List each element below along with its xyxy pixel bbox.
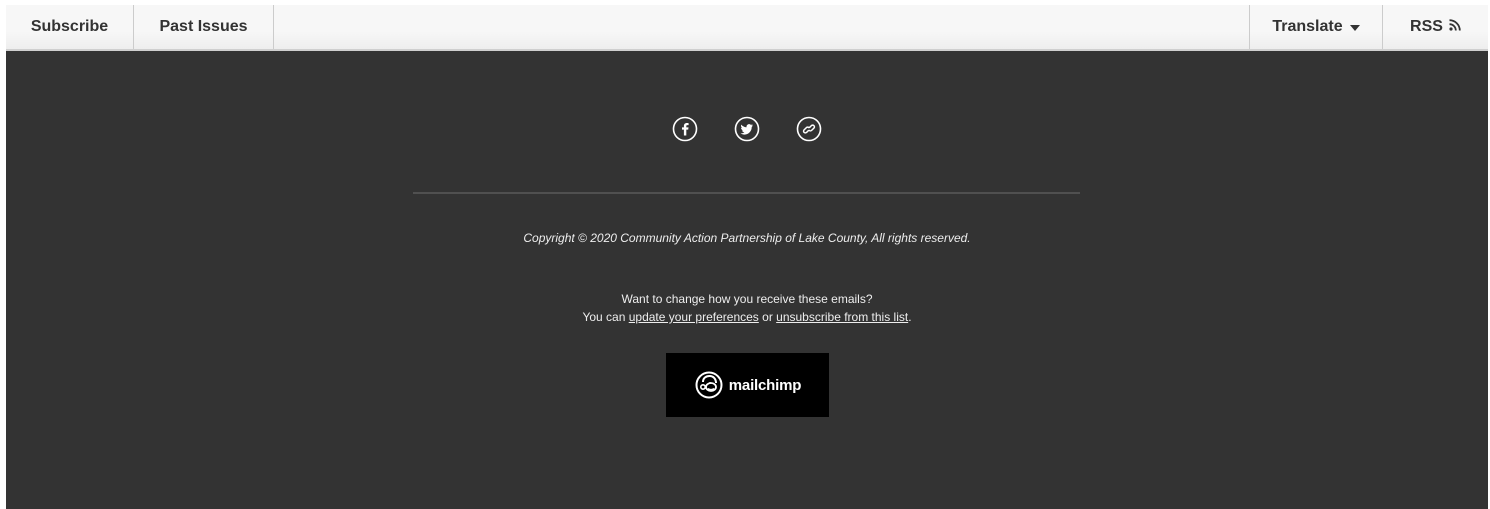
prefs-or: or	[758, 310, 777, 324]
copyright-text: Copyright © 2020 Community Action Partne…	[523, 231, 971, 245]
caret-down-icon	[1349, 24, 1360, 31]
rss-label: RSS	[1410, 18, 1443, 35]
unsubscribe-link[interactable]: unsubscribe from this list	[776, 310, 908, 324]
footer-divider	[413, 192, 1080, 194]
prefs-suffix: .	[908, 310, 912, 324]
prefs-question: Want to change how you receive these ema…	[621, 292, 873, 306]
email-footer-frame: Subscribe Past Issues Translate RSS Copy…	[6, 5, 1488, 509]
mailchimp-badge[interactable]: mailchimp	[666, 353, 829, 417]
subscribe-label: Subscribe	[30, 18, 109, 35]
past-issues-link[interactable]: Past Issues	[134, 5, 274, 49]
translate-label: Translate	[1272, 18, 1343, 35]
translate-dropdown[interactable]: Translate	[1249, 5, 1383, 49]
update-preferences-link[interactable]: update your preferences	[629, 310, 759, 324]
facebook-icon[interactable]	[672, 116, 698, 142]
twitter-icon[interactable]	[734, 116, 760, 142]
link-icon[interactable]	[796, 116, 822, 142]
mailchimp-wordmark: mailchimp	[728, 376, 802, 394]
subscribe-link[interactable]: Subscribe	[6, 5, 134, 49]
top-nav-bar: Subscribe Past Issues Translate RSS	[6, 5, 1488, 51]
prefs-line: You can update your preferences or unsub…	[6, 310, 1488, 324]
rss-icon	[1449, 18, 1461, 36]
rss-link[interactable]: RSS	[1383, 5, 1488, 49]
prefs-prefix: You can	[582, 310, 629, 324]
past-issues-label: Past Issues	[159, 18, 248, 35]
social-links	[6, 116, 1488, 142]
mailchimp-logo-icon	[695, 371, 723, 399]
